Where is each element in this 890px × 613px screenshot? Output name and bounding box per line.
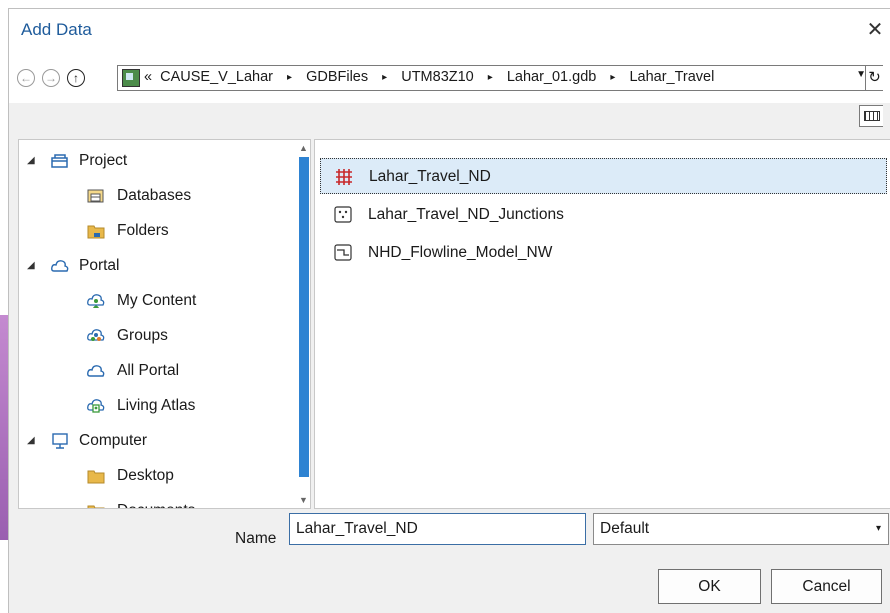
tree-item-label: Project bbox=[79, 152, 128, 169]
name-label: Name bbox=[235, 530, 277, 547]
tree-item-label: My Content bbox=[117, 292, 197, 309]
list-item[interactable]: NHD_Flowline_Model_NW bbox=[320, 235, 887, 271]
my-content-icon bbox=[87, 294, 105, 308]
breadcrumb-separator-icon[interactable]: ▸ bbox=[382, 72, 387, 83]
navigation-bar: ← → ↑ « CAUSE_V_Lahar ▸ GDBFiles ▸ UTM83… bbox=[9, 51, 890, 103]
file-label: Lahar_Travel_ND_Junctions bbox=[368, 206, 564, 223]
close-icon[interactable]: ✕ bbox=[863, 18, 887, 42]
scroll-up-icon[interactable]: ▲ bbox=[299, 143, 308, 153]
dialog-title: Add Data bbox=[21, 20, 92, 39]
databases-icon bbox=[87, 189, 104, 203]
scroll-down-icon[interactable]: ▼ bbox=[299, 495, 308, 505]
breadcrumb-item[interactable]: GDBFiles bbox=[306, 69, 368, 85]
breadcrumb-path: « CAUSE_V_Lahar ▸ GDBFiles ▸ UTM83Z10 ▸ … bbox=[144, 69, 714, 85]
tree-item-label: Portal bbox=[79, 257, 120, 274]
details-view-icon bbox=[864, 111, 880, 121]
up-icon[interactable]: ↑ bbox=[67, 69, 85, 87]
filter-dropdown[interactable]: Default ▾ bbox=[593, 513, 889, 545]
gdb-folder-icon bbox=[122, 69, 140, 87]
breadcrumb-separator-icon[interactable]: ▸ bbox=[488, 72, 493, 83]
ok-button[interactable]: OK bbox=[658, 569, 761, 604]
tree-item-label: Documents bbox=[117, 496, 195, 508]
desktop-icon bbox=[87, 470, 105, 484]
folders-icon bbox=[87, 225, 105, 239]
tree-item-label: Computer bbox=[79, 432, 148, 449]
path-breadcrumb[interactable]: « CAUSE_V_Lahar ▸ GDBFiles ▸ UTM83Z10 ▸ … bbox=[117, 65, 871, 91]
tree-item-label: All Portal bbox=[117, 362, 180, 379]
breadcrumb-overflow[interactable]: « bbox=[144, 69, 152, 85]
tree-item-label: Desktop bbox=[117, 467, 174, 484]
file-label: Lahar_Travel_ND bbox=[369, 168, 491, 185]
groups-icon bbox=[87, 329, 105, 341]
view-options-button[interactable] bbox=[859, 105, 883, 127]
back-icon[interactable]: ← bbox=[17, 69, 35, 87]
breadcrumb-separator-icon[interactable]: ▸ bbox=[610, 72, 615, 83]
breadcrumb-item[interactable]: Lahar_01.gdb bbox=[507, 69, 597, 85]
portal-icon bbox=[51, 260, 69, 272]
tree-item-label: Folders bbox=[117, 222, 169, 239]
list-item[interactable]: Lahar_Travel_ND bbox=[320, 158, 887, 194]
collapse-arrow-icon[interactable]: ◢ bbox=[27, 426, 35, 456]
chevron-down-icon: ▾ bbox=[875, 523, 881, 534]
tree-item-label: Living Atlas bbox=[117, 397, 196, 414]
cancel-button[interactable]: Cancel bbox=[771, 569, 882, 604]
project-icon bbox=[51, 154, 68, 168]
line-feature-class-icon bbox=[334, 244, 352, 261]
point-feature-class-icon bbox=[334, 206, 352, 223]
name-field[interactable]: Lahar_Travel_ND bbox=[289, 513, 586, 545]
breadcrumb-separator-icon[interactable]: ▸ bbox=[287, 72, 292, 83]
breadcrumb-item[interactable]: CAUSE_V_Lahar bbox=[160, 69, 273, 85]
living-atlas-icon bbox=[87, 399, 105, 413]
filter-value: Default bbox=[600, 520, 650, 537]
breadcrumb-item[interactable]: UTM83Z10 bbox=[401, 69, 474, 85]
collapse-arrow-icon[interactable]: ◢ bbox=[27, 251, 35, 281]
add-data-dialog: Add Data ✕ ← → ↑ « CAUSE_V_Lahar ▸ GDBFi… bbox=[8, 8, 890, 613]
refresh-icon[interactable]: ↻ bbox=[865, 65, 883, 91]
all-portal-icon bbox=[87, 365, 105, 377]
tree-scrollbar[interactable]: ▲ ▼ bbox=[299, 143, 309, 505]
navigation-tree: ◢ Project Databases Folders ◢ Portal My … bbox=[18, 139, 311, 509]
file-list: Lahar_Travel_ND Lahar_Travel_ND_Junction… bbox=[314, 139, 890, 509]
collapse-arrow-icon[interactable]: ◢ bbox=[27, 146, 35, 176]
breadcrumb-item[interactable]: Lahar_Travel bbox=[629, 69, 714, 85]
file-label: NHD_Flowline_Model_NW bbox=[368, 244, 553, 261]
computer-icon bbox=[52, 433, 68, 449]
forward-icon[interactable]: → bbox=[42, 69, 60, 87]
network-dataset-icon bbox=[336, 169, 352, 185]
tree-item-label: Groups bbox=[117, 327, 168, 344]
documents-icon bbox=[87, 505, 105, 508]
list-item[interactable]: Lahar_Travel_ND_Junctions bbox=[320, 197, 887, 233]
title-bar: Add Data ✕ bbox=[9, 9, 890, 51]
tree-item-label: Databases bbox=[117, 187, 192, 204]
scrollbar-thumb[interactable] bbox=[299, 157, 309, 477]
